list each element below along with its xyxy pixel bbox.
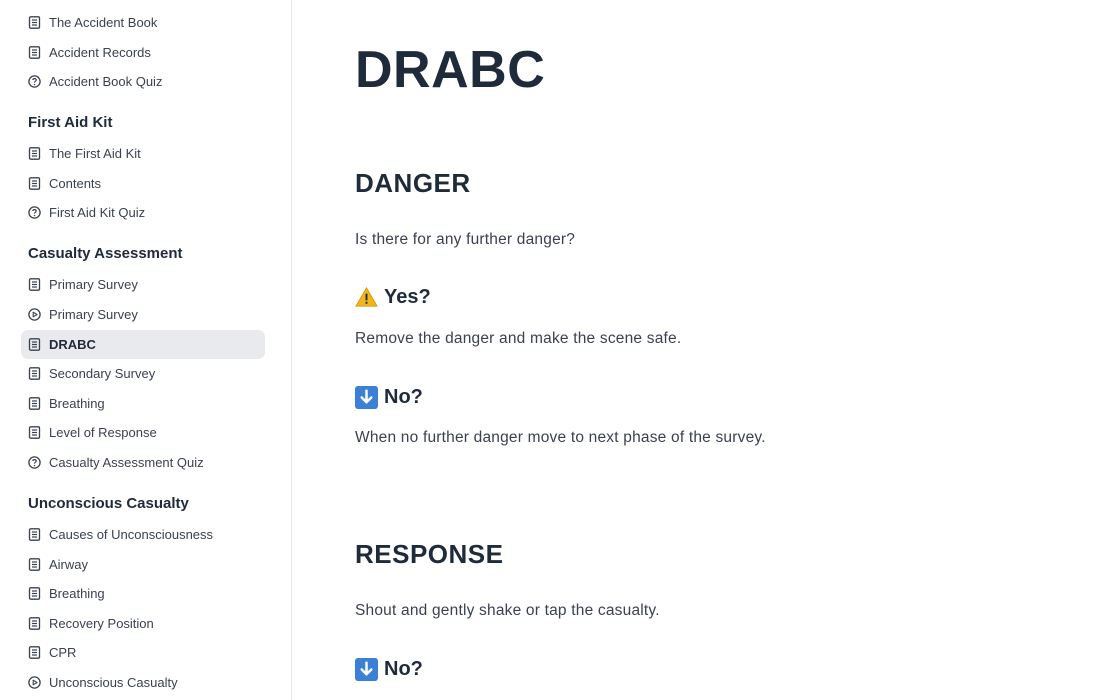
warning-icon bbox=[355, 286, 378, 309]
response-no-heading: No? bbox=[355, 658, 423, 681]
document-icon bbox=[28, 147, 41, 161]
sidebar-item[interactable]: Breathing bbox=[21, 579, 265, 608]
document-icon bbox=[28, 176, 41, 190]
sidebar-item-label: Primary Survey bbox=[49, 277, 138, 293]
main-content: DRABC DANGER Is there for any further da… bbox=[292, 0, 1120, 700]
sidebar-item[interactable]: Casualty Assessment Quiz bbox=[21, 448, 265, 477]
question-circle-icon bbox=[28, 456, 41, 469]
play-circle-icon bbox=[28, 308, 41, 321]
sidebar-item[interactable]: Level of Response bbox=[21, 418, 265, 447]
sidebar-item[interactable]: DRABC bbox=[21, 329, 265, 359]
sidebar-item-label: Secondary Survey bbox=[49, 366, 156, 382]
document-icon bbox=[28, 396, 41, 410]
document-icon bbox=[28, 16, 41, 29]
sidebar-item[interactable]: Primary Survey bbox=[21, 300, 265, 329]
sidebar-item-label: Casualty Assessment Quiz bbox=[49, 454, 204, 470]
sidebar-nav: Accident Book The Accident Book Accident R… bbox=[0, 0, 292, 700]
no-label: No? bbox=[384, 386, 423, 408]
sidebar-section-title: Accident Book bbox=[0, 0, 291, 3]
sidebar-item[interactable]: CPR bbox=[21, 638, 265, 667]
sidebar-item-label: Recovery Position bbox=[49, 615, 154, 631]
document-icon bbox=[28, 426, 41, 440]
sidebar-item-label: Level of Response bbox=[49, 425, 157, 441]
danger-question: Is there for any further danger? bbox=[355, 231, 576, 248]
sidebar-section-title: Casualty Assessment bbox=[28, 245, 183, 263]
question-circle-icon bbox=[28, 206, 41, 220]
sidebar-item[interactable]: First Aid Kit Quiz bbox=[21, 198, 265, 227]
sidebar-section-title: Unconscious Casualty bbox=[28, 494, 189, 512]
sidebar-item[interactable]: Accident Records bbox=[21, 38, 265, 67]
sidebar-item-label: Unconscious Casualty bbox=[49, 674, 178, 690]
sidebar-item-label: The First Aid Kit bbox=[49, 146, 141, 162]
danger-heading: DANGER bbox=[355, 168, 471, 198]
danger-no-heading: No? bbox=[355, 386, 423, 409]
document-icon bbox=[28, 337, 41, 351]
sidebar-item[interactable]: Secondary Survey bbox=[21, 359, 265, 388]
danger-yes-heading: Yes? bbox=[355, 286, 431, 309]
down-arrow-icon bbox=[355, 386, 378, 409]
response-heading: RESPONSE bbox=[355, 539, 504, 569]
sidebar-section: First Aid Kit The First Aid Kit Contents Fi… bbox=[0, 112, 291, 227]
sidebar-item[interactable]: Airway bbox=[21, 550, 265, 579]
yes-label: Yes? bbox=[384, 286, 431, 308]
sidebar-item-label: Primary Survey bbox=[49, 306, 138, 322]
sidebar-item-label: Accident Records bbox=[49, 44, 151, 60]
sidebar-item-label: Airway bbox=[49, 556, 89, 572]
sidebar-item-label: Causes of Unconsciousness bbox=[49, 526, 214, 542]
sidebar-item[interactable]: Contents bbox=[21, 169, 265, 198]
no-label: No? bbox=[384, 658, 423, 680]
sidebar-item[interactable]: Breathing bbox=[21, 389, 265, 418]
response-text: Shout and gently shake or tap the casual… bbox=[355, 602, 660, 619]
sidebar-item-label: First Aid Kit Quiz bbox=[49, 205, 146, 221]
sidebar-item[interactable]: The Accident Book bbox=[21, 8, 265, 37]
sidebar-item-label: CPR bbox=[49, 645, 77, 661]
question-circle-icon bbox=[28, 75, 41, 88]
sidebar-item[interactable]: Primary Survey bbox=[21, 270, 265, 299]
danger-no-text: When no further danger move to next phas… bbox=[355, 429, 766, 446]
sidebar-item[interactable]: The First Aid Kit bbox=[21, 139, 265, 168]
sidebar-item[interactable]: Recovery Position bbox=[21, 609, 265, 638]
sidebar-item-label: Accident Book Quiz bbox=[49, 74, 163, 90]
sidebar-content: Accident Book The Accident Book Accident R… bbox=[0, 0, 291, 700]
sidebar-item[interactable]: Causes of Unconsciousness bbox=[21, 520, 265, 549]
document-icon bbox=[28, 367, 41, 381]
document-icon bbox=[28, 616, 41, 630]
document-icon bbox=[28, 528, 41, 541]
document-icon bbox=[28, 278, 41, 292]
sidebar-section-title: First Aid Kit bbox=[28, 114, 113, 132]
sidebar-item[interactable]: Unconscious Casualty bbox=[21, 668, 265, 697]
sidebar-section: Casualty Assessment Primary Survey Primary… bbox=[0, 243, 291, 477]
page-title: DRABC bbox=[355, 41, 546, 99]
sidebar-item[interactable]: Accident Book Quiz bbox=[21, 67, 265, 96]
danger-yes-text: Remove the danger and make the scene saf… bbox=[355, 330, 682, 347]
document-icon bbox=[28, 587, 41, 600]
sidebar-item-label: Breathing bbox=[49, 395, 105, 411]
document-icon bbox=[28, 557, 41, 571]
down-arrow-icon bbox=[355, 658, 378, 681]
sidebar-section: Accident Book The Accident Book Accident R… bbox=[0, 0, 291, 96]
sidebar-item-label: DRABC bbox=[49, 336, 96, 352]
sidebar-item-label: The Accident Book bbox=[49, 15, 158, 30]
sidebar-section: Unconscious Casualty Causes of Unconsciou… bbox=[0, 493, 291, 697]
sidebar-item-label: Breathing bbox=[49, 586, 105, 602]
play-circle-icon bbox=[28, 676, 41, 689]
sidebar-item-label: Contents bbox=[49, 175, 102, 191]
document-icon bbox=[28, 646, 41, 660]
document-icon bbox=[28, 45, 41, 59]
